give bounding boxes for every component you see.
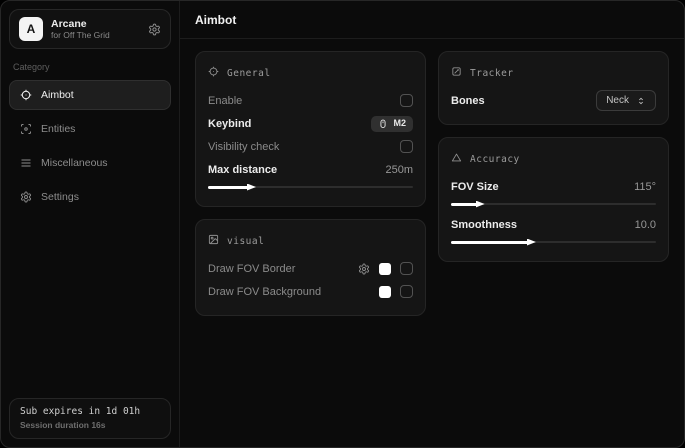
row-draw-fov-border: Draw FOV Border xyxy=(208,257,413,280)
panel-title: visual xyxy=(227,236,264,247)
app-header-card: A Arcane for Off The Grid xyxy=(9,9,171,49)
panel-title: Tracker xyxy=(470,68,514,79)
row-draw-fov-background: Draw FOV Background xyxy=(208,280,413,303)
enable-checkbox[interactable] xyxy=(400,94,413,107)
sidebar-item-label: Aimbot xyxy=(41,89,74,101)
fov-background-color-swatch[interactable] xyxy=(379,286,391,298)
sidebar: A Arcane for Off The Grid Category Aimbo… xyxy=(1,1,180,447)
bones-label: Bones xyxy=(451,95,485,107)
sliders-icon xyxy=(20,157,32,169)
panel-title: General xyxy=(227,68,271,79)
sub-expiry-text: Sub expires in 1d 01h xyxy=(20,406,160,417)
app-name: Arcane xyxy=(51,18,110,30)
fov-size-value: 115° xyxy=(634,181,656,193)
gear-icon xyxy=(20,191,32,203)
bones-selected-value: Neck xyxy=(606,94,629,107)
image-icon xyxy=(208,232,219,250)
page-header: Aimbot xyxy=(180,1,684,39)
fov-size-slider[interactable] xyxy=(451,200,656,208)
sidebar-item-miscellaneous[interactable]: Miscellaneous xyxy=(9,148,171,178)
max-distance-label: Max distance xyxy=(208,164,277,176)
sidebar-item-settings[interactable]: Settings xyxy=(9,182,171,212)
draw-fov-background-checkbox[interactable] xyxy=(400,285,413,298)
panel-tracker: Tracker Bones Neck xyxy=(438,51,669,125)
sidebar-item-label: Miscellaneous xyxy=(41,157,108,169)
draw-fov-border-checkbox[interactable] xyxy=(400,262,413,275)
panel-title: Accuracy xyxy=(470,154,520,165)
scan-eye-icon xyxy=(20,123,32,135)
bones-select[interactable]: Neck xyxy=(596,90,656,111)
left-column: General Enable Keybind M2 V xyxy=(195,51,426,316)
row-visibility-check: Visibility check xyxy=(208,135,413,158)
max-distance-value: 250m xyxy=(385,164,413,176)
max-distance-slider[interactable] xyxy=(208,183,413,191)
app-window: A Arcane for Off The Grid Category Aimbo… xyxy=(0,0,685,448)
draw-fov-background-label: Draw FOV Background xyxy=(208,286,321,298)
triangle-icon xyxy=(451,150,462,168)
mouse-icon xyxy=(378,119,388,129)
enable-label: Enable xyxy=(208,95,242,107)
panel-general: General Enable Keybind M2 V xyxy=(195,51,426,207)
visibility-check-label: Visibility check xyxy=(208,141,279,153)
app-subtitle: for Off The Grid xyxy=(51,31,110,41)
panel-accuracy: Accuracy FOV Size 115° xyxy=(438,137,669,262)
row-keybind: Keybind M2 xyxy=(208,112,413,135)
main-area: Aimbot General Enable Keybind xyxy=(180,1,684,447)
smoothness-label: Smoothness xyxy=(451,219,517,231)
sidebar-item-entities[interactable]: Entities xyxy=(9,114,171,144)
smoothness-slider[interactable] xyxy=(451,238,656,246)
content: General Enable Keybind M2 V xyxy=(180,39,684,328)
visibility-check-checkbox[interactable] xyxy=(400,140,413,153)
sidebar-item-aimbot[interactable]: Aimbot xyxy=(9,80,171,110)
slider-thumb[interactable] xyxy=(476,201,485,208)
fov-border-color-swatch[interactable] xyxy=(379,263,391,275)
panel-visual: visual Draw FOV Border Draw FOV Backgrou… xyxy=(195,219,426,316)
app-logo: A xyxy=(19,17,43,41)
row-enable: Enable xyxy=(208,89,413,112)
crosshair-icon xyxy=(208,64,219,82)
chevrons-up-down-icon xyxy=(636,96,646,106)
fov-size-group: FOV Size 115° xyxy=(451,175,656,208)
keybind-button[interactable]: M2 xyxy=(371,116,413,132)
right-column: Tracker Bones Neck Accuracy xyxy=(438,51,669,262)
fov-size-label: FOV Size xyxy=(451,181,499,193)
keybind-value: M2 xyxy=(393,119,406,128)
crosshair-icon xyxy=(20,89,32,101)
smoothness-group: Smoothness 10.0 xyxy=(451,213,656,246)
gear-icon[interactable] xyxy=(358,263,370,275)
page-title: Aimbot xyxy=(195,13,236,27)
keybind-label: Keybind xyxy=(208,118,251,130)
slider-thumb[interactable] xyxy=(527,239,536,246)
session-duration-text: Session duration 16s xyxy=(20,420,160,430)
sidebar-item-label: Entities xyxy=(41,123,75,135)
category-label: Category xyxy=(13,62,167,72)
smoothness-value: 10.0 xyxy=(635,219,656,231)
draw-fov-border-label: Draw FOV Border xyxy=(208,263,295,275)
max-distance-group: Max distance 250m xyxy=(208,158,413,191)
row-bones: Bones Neck xyxy=(451,89,656,112)
slider-thumb[interactable] xyxy=(247,184,256,191)
subscription-card: Sub expires in 1d 01h Session duration 1… xyxy=(9,398,171,439)
gear-icon[interactable] xyxy=(148,23,161,36)
sidebar-item-label: Settings xyxy=(41,191,79,203)
tracker-icon xyxy=(451,64,462,82)
